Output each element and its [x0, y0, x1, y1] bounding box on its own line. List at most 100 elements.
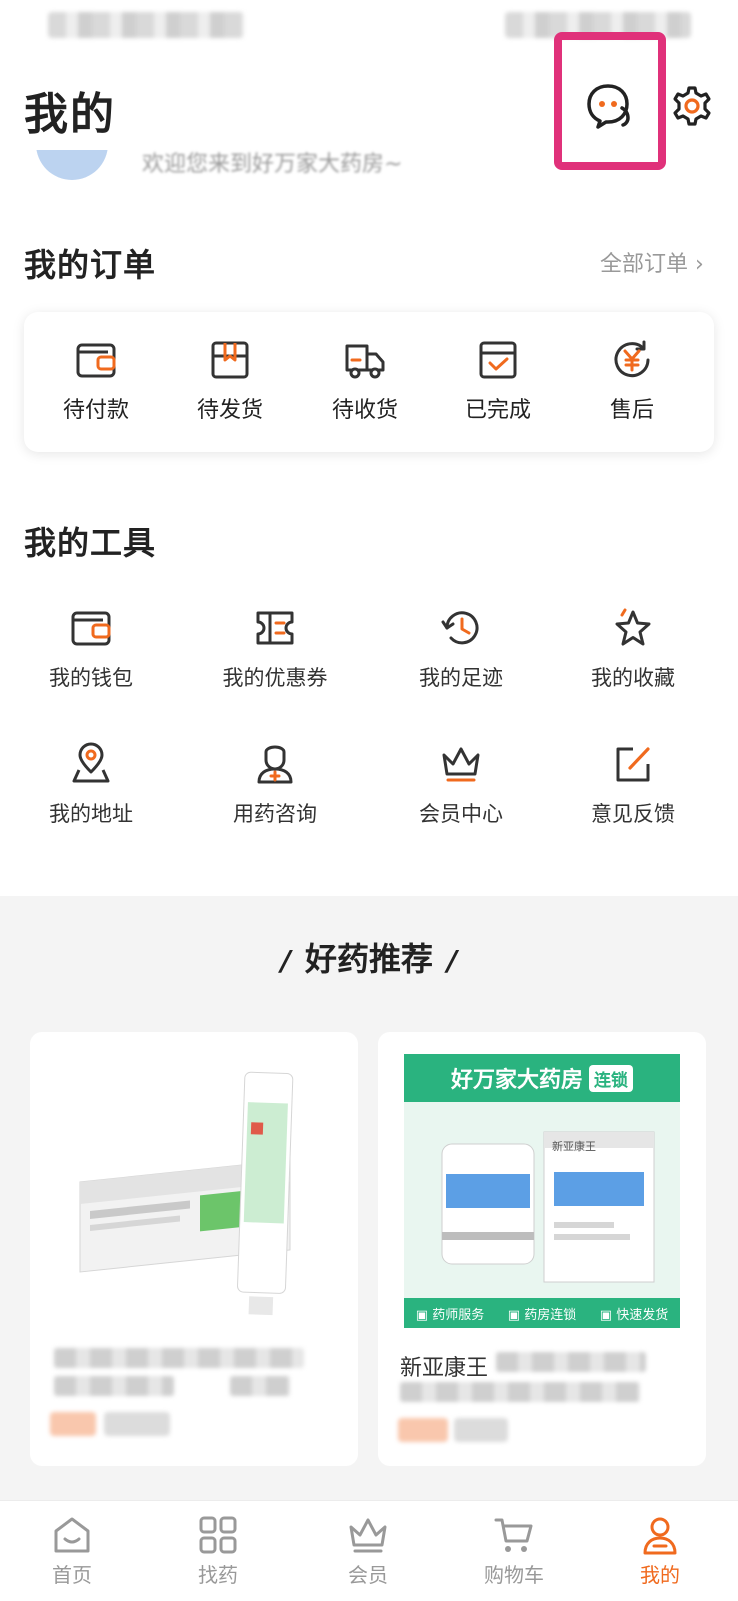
crown-icon: [442, 747, 480, 782]
recommend-section: / 好药推荐 / 好万家大药房 连锁 新亚康王 ▣ 药师服务 ▣ 药房连锁 ▣ …: [0, 896, 738, 1516]
tool-label: 我的地址: [49, 802, 133, 826]
banner-brand: 好万家大药房: [450, 1068, 583, 1093]
box-label: 新亚康王: [552, 1140, 596, 1153]
history-icon: [441, 611, 479, 645]
order-after-sales[interactable]: 售后: [572, 338, 692, 424]
profile-icon: [643, 1517, 677, 1555]
feature-label: 药房连锁: [524, 1307, 577, 1323]
all-orders-link[interactable]: 全部订单 ›: [600, 246, 704, 278]
truck-icon: [345, 344, 385, 379]
wallet-icon: [71, 611, 111, 646]
crown-icon: [349, 1518, 387, 1553]
tool-label: 我的收藏: [591, 666, 675, 690]
check-icon: ▣: [415, 1307, 433, 1323]
recommend-title-text: 好药推荐: [304, 940, 433, 978]
wallet-icon: [76, 343, 116, 378]
order-label: 已完成: [464, 398, 531, 423]
product-price-placeholder: [398, 1418, 448, 1442]
tool-feedback[interactable]: 意见反馈: [548, 742, 718, 828]
tool-label: 会员中心: [419, 802, 503, 826]
pharmacist-icon: [257, 745, 293, 784]
tools-section-title: 我的工具: [24, 524, 157, 562]
all-orders-label: 全部订单: [600, 252, 689, 277]
orders-card: 待付款 待发货 待收货 已完成 售后: [24, 312, 714, 452]
banner-header: 好万家大药房 连锁: [404, 1054, 680, 1102]
feedback-icon: [616, 747, 650, 782]
chevron-right-icon: ›: [695, 252, 704, 277]
avatar[interactable]: [36, 150, 108, 180]
orders-section-title: 我的订单: [24, 246, 157, 284]
order-pending-receipt[interactable]: 待收货: [305, 338, 425, 424]
title-accent-icon: /: [447, 944, 458, 977]
tool-member-center[interactable]: 会员中心: [376, 742, 546, 828]
order-label: 待发货: [196, 398, 263, 423]
page-title: 我的: [24, 89, 116, 140]
order-label: 售后: [609, 398, 654, 423]
highlight-box: [554, 32, 666, 170]
feature-label: 药师服务: [432, 1307, 485, 1323]
title-accent-icon: /: [280, 944, 291, 977]
settings-button[interactable]: [670, 84, 714, 128]
product-card[interactable]: 好万家大药房 连锁 新亚康王 ▣ 药师服务 ▣ 药房连锁 ▣ 快速发货 新亚康王: [378, 1032, 706, 1466]
tool-label: 意见反馈: [591, 802, 675, 826]
tab-member[interactable]: 会员: [318, 1515, 418, 1588]
tab-mine[interactable]: 我的: [610, 1515, 710, 1588]
tab-home[interactable]: 首页: [22, 1515, 122, 1588]
store-icon: ▣: [507, 1307, 525, 1323]
tool-consultation[interactable]: 用药咨询: [190, 742, 360, 828]
product-name-placeholder: [230, 1376, 290, 1396]
tool-address[interactable]: 我的地址: [6, 742, 176, 828]
status-bar-left: [48, 12, 244, 38]
order-completed[interactable]: 已完成: [438, 338, 558, 424]
product-name-placeholder: [54, 1348, 304, 1368]
tab-find-medicine[interactable]: 找药: [168, 1515, 268, 1588]
recommend-title: / 好药推荐 /: [0, 934, 738, 980]
product-image: 新亚康王: [404, 1102, 680, 1298]
tool-label: 我的足迹: [419, 666, 503, 690]
gear-icon: [673, 86, 711, 126]
grid-icon: [199, 1516, 237, 1554]
tab-label: 找药: [198, 1563, 238, 1587]
box-icon: ▣: [599, 1307, 617, 1323]
feature-label: 快速发货: [616, 1307, 669, 1323]
feature-pharmacist: ▣ 药师服务: [416, 1304, 484, 1323]
tool-coupons[interactable]: 我的优惠券: [190, 606, 360, 692]
product-name-placeholder: [496, 1352, 646, 1372]
product-price-placeholder: [104, 1412, 170, 1436]
feature-chain: ▣ 药房连锁: [508, 1304, 576, 1323]
cart-icon: [494, 1518, 533, 1552]
tool-history[interactable]: 我的足迹: [376, 606, 546, 692]
product-name: 新亚康王: [400, 1356, 489, 1381]
tab-label: 首页: [52, 1563, 92, 1587]
order-pending-payment[interactable]: 待付款: [36, 338, 156, 424]
completed-icon: [479, 341, 517, 379]
welcome-text: 欢迎您来到好万家大药房~: [142, 152, 403, 177]
product-image: [30, 1032, 358, 1322]
tool-favorites[interactable]: 我的收藏: [548, 606, 718, 692]
order-pending-shipment[interactable]: 待发货: [170, 338, 290, 424]
order-label: 待收货: [331, 398, 398, 423]
banner-tag: 连锁: [589, 1064, 633, 1092]
tab-label: 我的: [640, 1563, 680, 1587]
product-card[interactable]: [30, 1032, 358, 1466]
product-name-placeholder: [400, 1382, 640, 1402]
tool-label: 我的优惠券: [222, 666, 328, 690]
home-icon: [54, 1517, 90, 1553]
tool-label: 用药咨询: [233, 802, 317, 826]
tool-wallet[interactable]: 我的钱包: [6, 606, 176, 692]
after-sales-icon: [614, 340, 650, 378]
tab-cart[interactable]: 购物车: [464, 1515, 564, 1588]
coupon-icon: [256, 611, 294, 645]
banner-footer: ▣ 药师服务 ▣ 药房连锁 ▣ 快速发货: [404, 1298, 680, 1328]
tab-label: 会员: [348, 1563, 388, 1587]
tool-label: 我的钱包: [49, 666, 133, 690]
location-icon: [72, 742, 110, 783]
product-name-placeholder: [54, 1376, 174, 1396]
star-icon: [615, 608, 651, 646]
tab-label: 购物车: [484, 1563, 544, 1587]
order-label: 待付款: [62, 398, 129, 423]
package-icon: [211, 341, 249, 379]
feature-shipping: ▣ 快速发货: [600, 1304, 668, 1323]
product-price-placeholder: [454, 1418, 508, 1442]
product-price-placeholder: [50, 1412, 96, 1436]
